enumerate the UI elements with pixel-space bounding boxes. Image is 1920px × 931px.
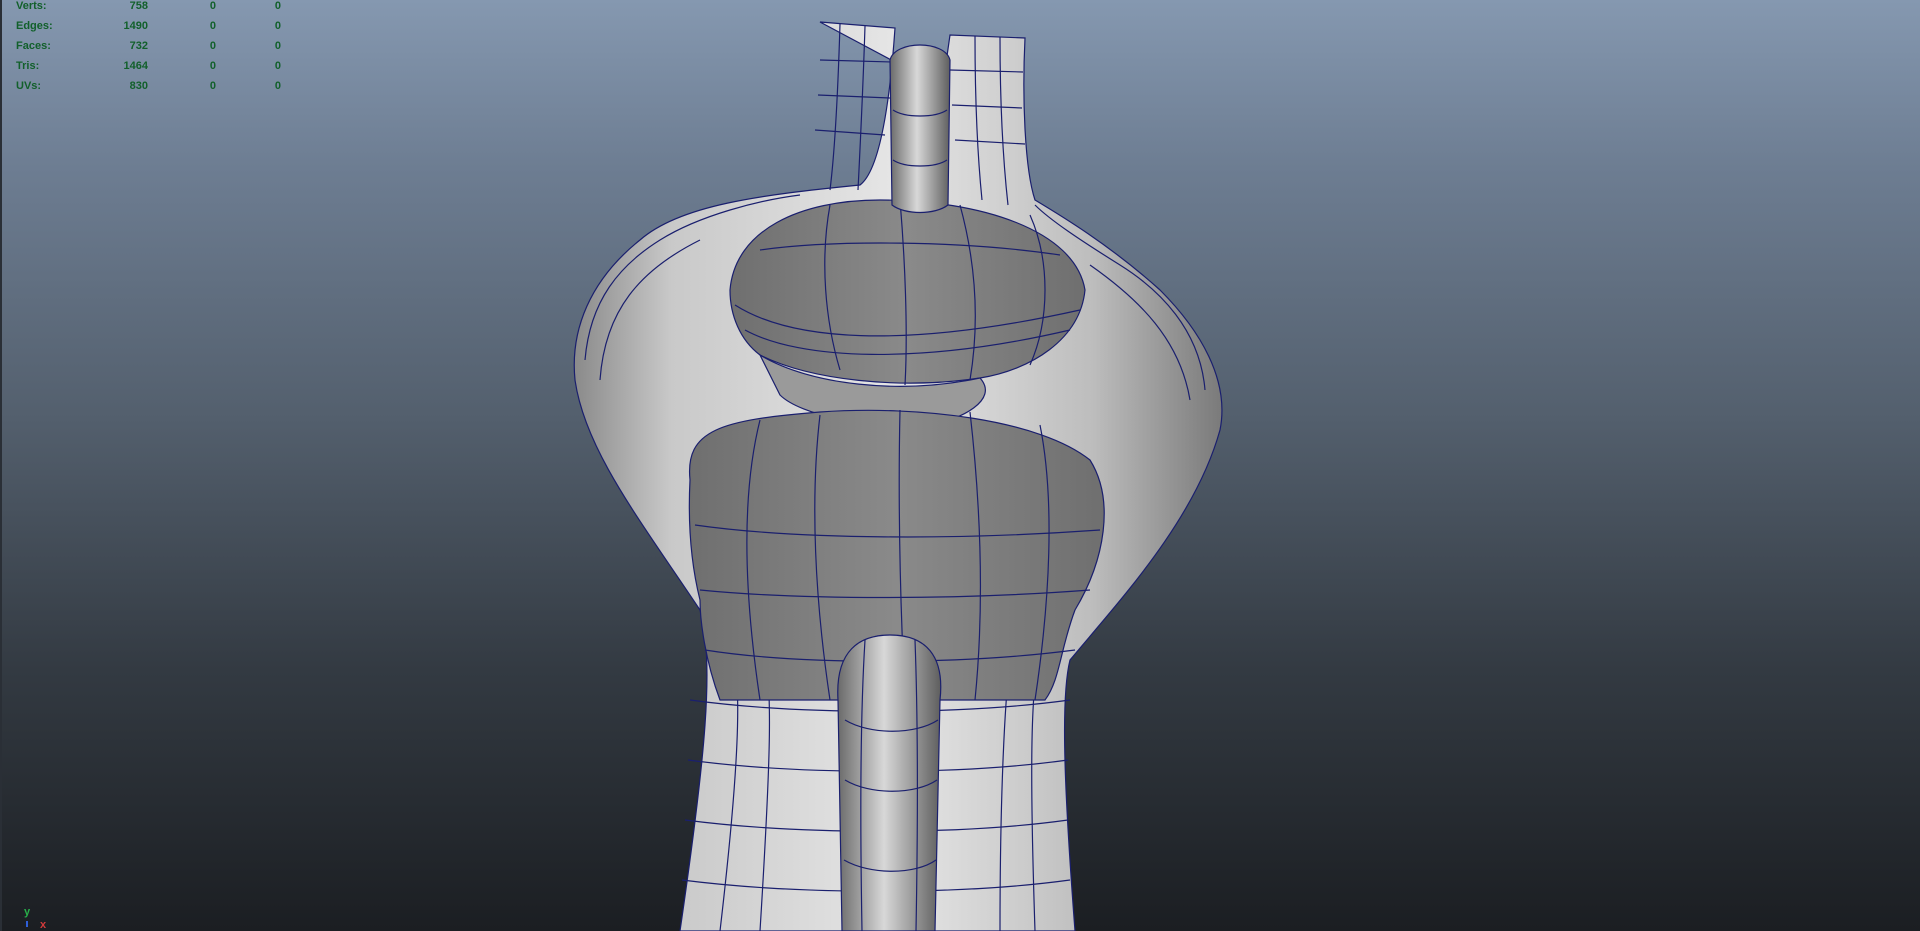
hud-value: 1490: [123, 20, 148, 32]
hud-value: 732: [129, 40, 148, 52]
axis-z-indicator: [26, 921, 28, 927]
hud-value: 0: [209, 20, 216, 32]
axis-x-label: x: [40, 919, 47, 931]
hud-label: Faces:: [16, 40, 51, 52]
hud-label: UVs:: [16, 80, 42, 92]
hud-value: 830: [129, 80, 148, 92]
hud-value: 0: [209, 40, 216, 52]
hud-label: Verts:: [16, 0, 47, 12]
view-axis-gizmo: y x: [18, 906, 58, 931]
hud-value: 1464: [123, 60, 148, 72]
hud-value: 0: [209, 80, 216, 92]
axis-y-label: y: [24, 906, 31, 918]
top-tube: [889, 44, 951, 214]
hud-value: 0: [274, 40, 281, 52]
hud-label: Tris:: [16, 60, 40, 72]
hud-label: Edges:: [16, 20, 53, 32]
hud-value: 0: [274, 60, 281, 72]
hud-value: 0: [209, 0, 216, 12]
3d-viewport[interactable]: Verts: 758 0 0 Edges: 1490 0 0 Faces: 73…: [0, 0, 1920, 931]
hud-value: 0: [274, 20, 281, 32]
hud-value: 0: [274, 80, 281, 92]
bottom-stem: [837, 634, 942, 931]
hud-value: 0: [274, 0, 281, 12]
polygon-mesh[interactable]: [0, 0, 1920, 931]
hud-value: 758: [129, 0, 148, 12]
hud-value: 0: [209, 60, 216, 72]
